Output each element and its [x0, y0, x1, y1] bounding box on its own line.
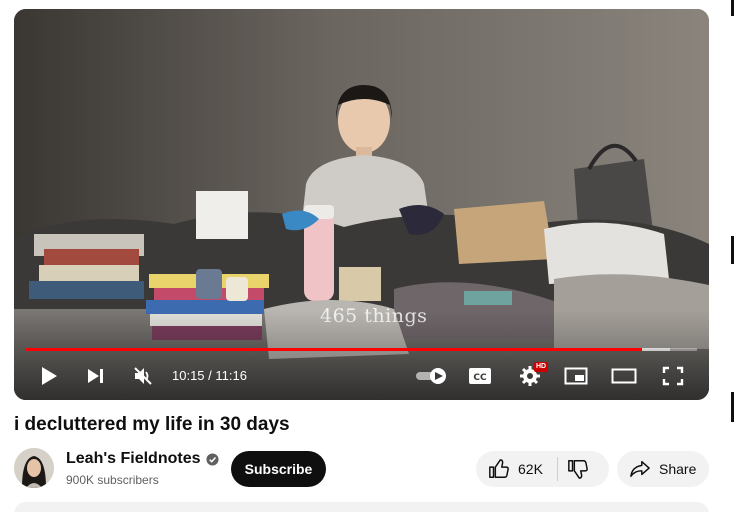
captions-button[interactable]: CC — [464, 360, 496, 392]
play-button[interactable] — [33, 360, 65, 392]
thumbs-down-icon — [568, 460, 588, 479]
video-player[interactable]: 465 things 10:15 / 11:16 — [14, 9, 709, 400]
cc-icon: CC — [469, 368, 491, 384]
time-display: 10:15 / 11:16 — [172, 368, 247, 383]
like-count: 62K — [518, 461, 543, 477]
controls-gradient — [14, 310, 709, 400]
subscribe-button[interactable]: Subscribe — [231, 451, 326, 487]
verified-check-icon — [205, 452, 219, 466]
next-icon — [88, 369, 103, 383]
miniplayer-button[interactable] — [560, 360, 592, 392]
hd-badge: HD — [534, 362, 549, 372]
share-label: Share — [659, 461, 697, 477]
miniplayer-icon — [564, 367, 588, 385]
dislike-button[interactable] — [558, 451, 598, 487]
fullscreen-icon — [662, 366, 684, 386]
volume-muted-icon — [134, 367, 152, 385]
avatar[interactable] — [14, 448, 54, 488]
play-icon — [42, 367, 57, 385]
theater-mode-button[interactable] — [608, 360, 640, 392]
mute-button[interactable] — [127, 360, 159, 392]
video-title: i decluttered my life in 30 days — [14, 414, 290, 435]
thumbs-up-icon — [489, 459, 509, 478]
like-button[interactable]: 62K — [476, 451, 543, 487]
description-box[interactable] — [14, 502, 709, 512]
channel-name-row[interactable]: Leah's Fieldnotes — [66, 450, 219, 468]
svg-text:CC: CC — [473, 373, 487, 383]
channel-avatar-image — [14, 448, 54, 488]
share-button[interactable]: Share — [617, 451, 709, 487]
channel-name[interactable]: Leah's Fieldnotes — [66, 450, 201, 468]
theater-mode-icon — [611, 368, 637, 384]
autoplay-toggle[interactable] — [412, 360, 452, 392]
progress-played — [26, 348, 642, 351]
like-dislike-group: 62K — [476, 451, 609, 487]
autoplay-toggle-icon — [416, 368, 446, 384]
progress-bar[interactable] — [26, 348, 697, 351]
next-button[interactable] — [80, 360, 112, 392]
fullscreen-button[interactable] — [657, 360, 689, 392]
share-arrow-icon — [630, 461, 650, 477]
subscriber-count: 900K subscribers — [66, 473, 159, 487]
watch-page: 465 things 10:15 / 11:16 — [0, 0, 734, 512]
